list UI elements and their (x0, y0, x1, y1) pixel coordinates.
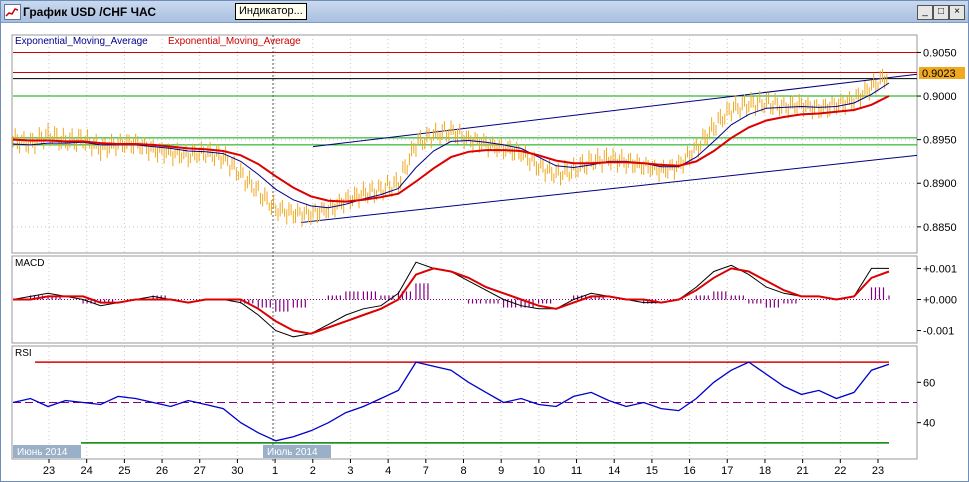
rsi-axis: 60 40 (917, 377, 935, 430)
price-tick-label: 0.8950 (923, 135, 957, 147)
macd-label: MACD (15, 258, 44, 269)
time-tick-label: 16 (683, 465, 695, 477)
macd-axis: +0.001 +0.000 -0.001 (917, 263, 957, 338)
price-candles (12, 68, 888, 227)
macd-tick-label: -0.001 (923, 326, 954, 338)
maximize-button[interactable]: □ (933, 5, 949, 20)
time-tick-label: 18 (759, 465, 771, 477)
time-tick-label: 23 (43, 465, 55, 477)
macd-tick-label: +0.001 (923, 263, 957, 275)
time-tick-label: 26 (156, 465, 168, 477)
window-title: График USD /CHF ЧАС (23, 5, 157, 19)
macd-tick-label: +0.000 (923, 295, 957, 307)
ema-slow-line (12, 95, 890, 203)
time-tick-label: 4 (385, 465, 391, 477)
time-tick-label: 24 (81, 465, 93, 477)
time-tick-label: 7 (423, 465, 429, 477)
price-tick-label: 0.9050 (923, 47, 957, 59)
time-tick-label: 14 (608, 465, 620, 477)
indicator-tooltip: Индикатор... (235, 3, 307, 20)
time-tick-label: 2 (310, 465, 316, 477)
macd-signal-line (13, 267, 890, 335)
legend-ema-1: Exponential_Moving_Average (15, 36, 148, 47)
chart-window: График USD /CHF ЧАС Индикатор... _ □ × E… (0, 0, 969, 482)
price-tick-label: 0.9000 (923, 91, 957, 103)
chart-area[interactable]: Exponential_Moving_Average Exponential_M… (1, 23, 968, 481)
time-tick-label: 27 (194, 465, 206, 477)
chart-app-icon (4, 4, 21, 20)
time-tick-label: 1 (272, 465, 278, 477)
rsi-tick-label: 60 (923, 377, 935, 389)
current-price-label: 0.9023 (922, 68, 956, 80)
time-tick-label: 22 (834, 465, 846, 477)
time-tick-label: 15 (646, 465, 658, 477)
channel-upper-line (312, 73, 918, 148)
time-axis: 23 24 25 26 27 30 1 2 3 4 7 8 9 10 11 14 15 16 17 18 21 22 23 (43, 459, 884, 477)
time-tick-label: 17 (721, 465, 733, 477)
rsi-levels (13, 361, 917, 444)
time-tick-label: 8 (460, 465, 466, 477)
horizontal-levels[interactable] (13, 51, 917, 146)
time-tick-label: 25 (118, 465, 130, 477)
price-tick-label: 0.8850 (923, 222, 957, 234)
minimize-button[interactable]: _ (917, 5, 933, 20)
title-bar[interactable]: График USD /CHF ЧАС Индикатор... _ □ × (1, 1, 968, 23)
time-tick-label: 30 (231, 465, 243, 477)
time-tick-label: 23 (872, 465, 884, 477)
time-tick-label: 10 (533, 465, 545, 477)
close-button[interactable]: × (949, 5, 965, 20)
month-label-july: Июль 2014 (267, 447, 318, 458)
price-tick-label: 0.8900 (923, 178, 957, 190)
legend-ema-2: Exponential_Moving_Average (168, 36, 301, 47)
rsi-tick-label: 40 (923, 418, 935, 430)
rsi-line (12, 361, 890, 442)
time-tick-label: 3 (347, 465, 353, 477)
time-tick-label: 21 (797, 465, 809, 477)
rsi-label: RSI (15, 348, 32, 359)
time-tick-label: 11 (571, 465, 582, 477)
month-label-june: Июнь 2014 (17, 447, 68, 458)
time-tick-label: 9 (498, 465, 504, 477)
